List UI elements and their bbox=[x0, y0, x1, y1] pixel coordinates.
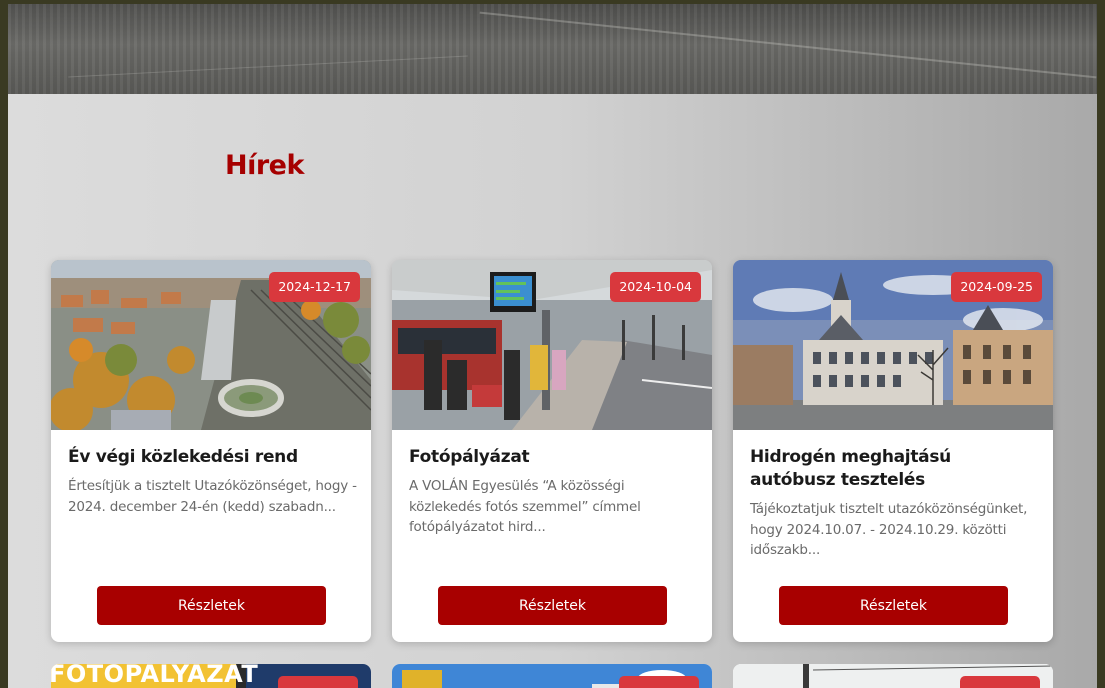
news-image-blue-sky[interactable] bbox=[392, 664, 712, 688]
news-card-partial: FOTÓPÁLYÁZAT bbox=[51, 664, 371, 688]
news-image-street[interactable] bbox=[733, 664, 1053, 688]
card-title[interactable]: Év végi közlekedési rend bbox=[68, 446, 358, 469]
news-section: Hírek 2024-12-17 Év végi közlekedési ren… bbox=[8, 94, 1097, 688]
news-card: 2024-10-04 Fotópályázat A VOLÁN Egyesülé… bbox=[392, 260, 712, 642]
news-card-partial bbox=[392, 664, 712, 688]
date-badge: 2024-10-04 bbox=[610, 272, 701, 302]
page-frame: Hírek 2024-12-17 Év végi közlekedési ren… bbox=[8, 4, 1097, 688]
news-image-fotopalyazat-poster[interactable]: FOTÓPÁLYÁZAT bbox=[51, 664, 371, 688]
poster-text: FOTÓPÁLYÁZAT bbox=[51, 664, 259, 688]
date-badge: 2024-09-25 bbox=[951, 272, 1042, 302]
card-excerpt: A VOLÁN Egyesülés “A közösségi közlekedé… bbox=[409, 478, 641, 535]
details-button[interactable]: Részletek bbox=[779, 586, 1008, 625]
news-image-bus-station[interactable]: 2024-10-04 bbox=[392, 260, 712, 430]
news-card-partial bbox=[733, 664, 1053, 688]
hero-banner-image bbox=[8, 4, 1097, 94]
news-card: 2024-09-25 Hidrogén meghajtású autóbusz … bbox=[733, 260, 1053, 642]
date-badge bbox=[278, 676, 358, 688]
card-title[interactable]: Hidrogén meghajtású autóbusz tesztelés bbox=[750, 446, 1040, 492]
card-title[interactable]: Fotópályázat bbox=[409, 446, 699, 469]
news-image-aerial-city[interactable]: 2024-12-17 bbox=[51, 260, 371, 430]
details-button[interactable]: Részletek bbox=[97, 586, 326, 625]
card-excerpt: Értesítjük a tisztelt Utazóközönséget, h… bbox=[68, 478, 357, 515]
date-badge bbox=[960, 676, 1040, 688]
section-title: Hírek bbox=[225, 150, 304, 181]
news-card: 2024-12-17 Év végi közlekedési rend Érte… bbox=[51, 260, 371, 642]
date-badge bbox=[619, 676, 699, 688]
details-button[interactable]: Részletek bbox=[438, 586, 667, 625]
card-excerpt: Tájékoztatjuk tisztelt utazóközönségünke… bbox=[750, 501, 1028, 558]
news-image-city-hall[interactable]: 2024-09-25 bbox=[733, 260, 1053, 430]
date-badge: 2024-12-17 bbox=[269, 272, 360, 302]
